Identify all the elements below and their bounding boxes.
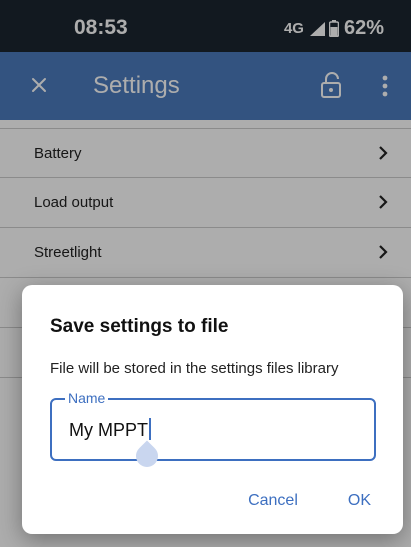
dialog-description: File will be stored in the settings file… <box>50 360 339 377</box>
save-settings-dialog: Save settings to file File will be store… <box>22 285 403 534</box>
text-cursor <box>149 418 151 440</box>
cancel-button[interactable]: Cancel <box>248 492 298 510</box>
dialog-title: Save settings to file <box>50 316 229 337</box>
name-field-value[interactable]: My MPPT <box>69 418 151 441</box>
name-field-label: Name <box>65 390 109 406</box>
ok-button[interactable]: OK <box>348 492 371 510</box>
dialog-actions: Cancel OK <box>248 492 371 510</box>
name-field-text: My MPPT <box>69 420 148 440</box>
name-input[interactable]: Name My MPPT <box>50 390 376 461</box>
